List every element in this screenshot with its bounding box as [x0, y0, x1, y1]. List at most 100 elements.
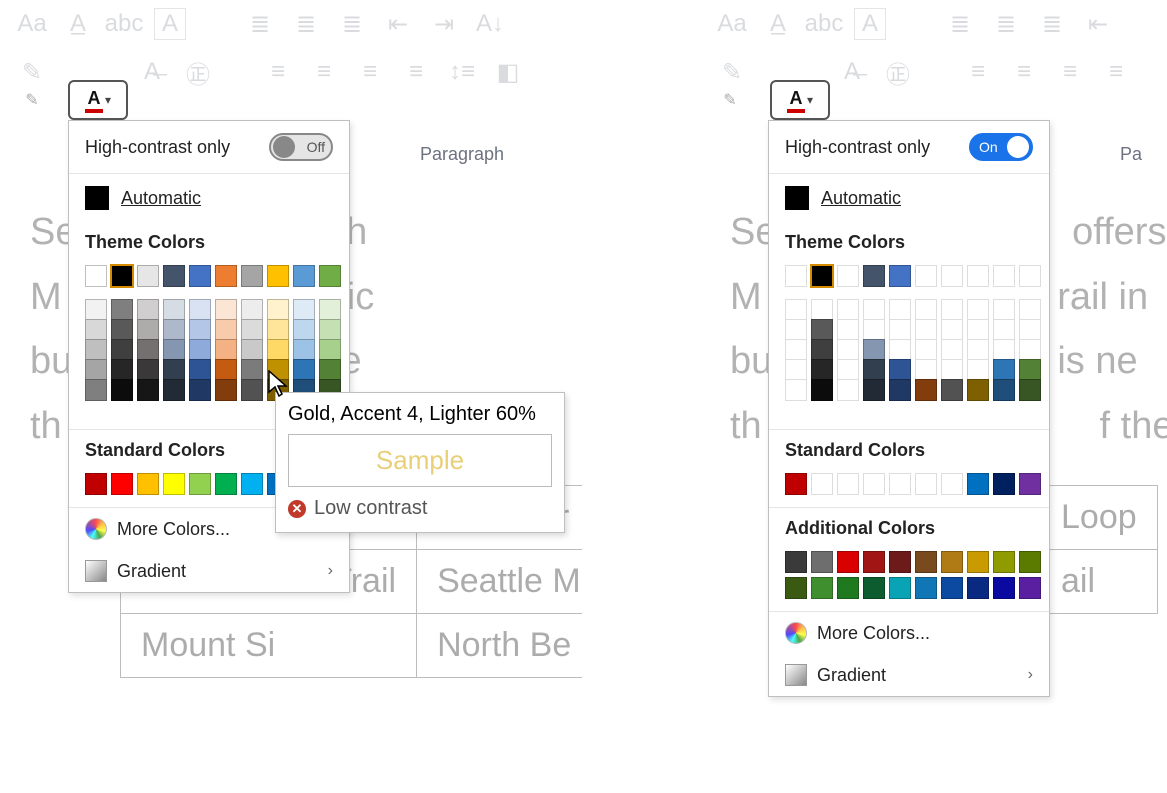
- color-swatch[interactable]: [889, 265, 911, 287]
- color-swatch[interactable]: [811, 577, 833, 599]
- color-swatch[interactable]: [837, 577, 859, 599]
- color-swatch[interactable]: [189, 379, 211, 401]
- font-color-button-right[interactable]: A ▾: [770, 80, 830, 120]
- color-swatch[interactable]: [319, 319, 341, 341]
- color-swatch[interactable]: [967, 265, 989, 287]
- color-swatch[interactable]: [915, 339, 937, 361]
- color-swatch[interactable]: [1019, 577, 1041, 599]
- color-swatch[interactable]: [241, 379, 263, 401]
- color-swatch[interactable]: [111, 265, 133, 287]
- color-swatch[interactable]: [915, 299, 937, 321]
- color-swatch[interactable]: [837, 299, 859, 321]
- gradient-row[interactable]: Gradient ›: [69, 550, 349, 592]
- color-swatch[interactable]: [993, 299, 1015, 321]
- color-swatch[interactable]: [993, 577, 1015, 599]
- color-swatch[interactable]: [811, 379, 833, 401]
- color-swatch[interactable]: [941, 319, 963, 341]
- color-swatch[interactable]: [1019, 551, 1041, 573]
- color-swatch[interactable]: [85, 339, 107, 361]
- color-swatch[interactable]: [941, 577, 963, 599]
- color-swatch[interactable]: [85, 473, 107, 495]
- color-swatch[interactable]: [889, 319, 911, 341]
- color-swatch[interactable]: [941, 379, 963, 401]
- color-swatch[interactable]: [163, 359, 185, 381]
- automatic-row-right[interactable]: Automatic: [769, 173, 1049, 222]
- color-swatch[interactable]: [967, 551, 989, 573]
- color-swatch[interactable]: [1019, 299, 1041, 321]
- color-swatch[interactable]: [189, 473, 211, 495]
- color-swatch[interactable]: [137, 379, 159, 401]
- color-swatch[interactable]: [1019, 339, 1041, 361]
- color-swatch[interactable]: [293, 319, 315, 341]
- color-swatch[interactable]: [941, 551, 963, 573]
- color-swatch[interactable]: [785, 339, 807, 361]
- color-swatch[interactable]: [215, 473, 237, 495]
- color-swatch[interactable]: [189, 339, 211, 361]
- color-swatch[interactable]: [837, 379, 859, 401]
- color-swatch[interactable]: [811, 299, 833, 321]
- color-swatch[interactable]: [837, 551, 859, 573]
- color-swatch[interactable]: [915, 319, 937, 341]
- color-swatch[interactable]: [319, 299, 341, 321]
- color-swatch[interactable]: [811, 265, 833, 287]
- color-swatch[interactable]: [319, 339, 341, 361]
- color-swatch[interactable]: [111, 299, 133, 321]
- color-swatch[interactable]: [811, 319, 833, 341]
- color-swatch[interactable]: [889, 299, 911, 321]
- color-swatch[interactable]: [889, 473, 911, 495]
- color-swatch[interactable]: [863, 577, 885, 599]
- color-swatch[interactable]: [1019, 379, 1041, 401]
- color-swatch[interactable]: [785, 359, 807, 381]
- color-swatch[interactable]: [137, 339, 159, 361]
- color-swatch[interactable]: [189, 265, 211, 287]
- color-swatch[interactable]: [785, 379, 807, 401]
- color-swatch[interactable]: [993, 265, 1015, 287]
- font-color-button-left[interactable]: A ▾: [68, 80, 128, 120]
- color-swatch[interactable]: [137, 319, 159, 341]
- color-swatch[interactable]: [889, 359, 911, 381]
- color-swatch[interactable]: [785, 319, 807, 341]
- color-swatch[interactable]: [111, 339, 133, 361]
- color-swatch[interactable]: [319, 359, 341, 381]
- highlight-button-left[interactable]: ✎: [12, 82, 52, 118]
- color-swatch[interactable]: [293, 265, 315, 287]
- color-swatch[interactable]: [189, 299, 211, 321]
- color-swatch[interactable]: [111, 379, 133, 401]
- color-swatch[interactable]: [915, 359, 937, 381]
- color-swatch[interactable]: [967, 319, 989, 341]
- color-swatch[interactable]: [993, 319, 1015, 341]
- color-swatch[interactable]: [163, 299, 185, 321]
- color-swatch[interactable]: [267, 319, 289, 341]
- color-swatch[interactable]: [163, 319, 185, 341]
- color-swatch[interactable]: [785, 299, 807, 321]
- color-swatch[interactable]: [863, 379, 885, 401]
- high-contrast-toggle-on[interactable]: On: [969, 133, 1033, 161]
- color-swatch[interactable]: [941, 265, 963, 287]
- color-swatch[interactable]: [189, 359, 211, 381]
- color-swatch[interactable]: [863, 299, 885, 321]
- color-swatch[interactable]: [241, 359, 263, 381]
- color-swatch[interactable]: [967, 339, 989, 361]
- color-swatch[interactable]: [85, 319, 107, 341]
- color-swatch[interactable]: [915, 551, 937, 573]
- color-swatch[interactable]: [163, 339, 185, 361]
- color-swatch[interactable]: [785, 577, 807, 599]
- color-swatch[interactable]: [915, 577, 937, 599]
- color-swatch[interactable]: [111, 473, 133, 495]
- color-swatch[interactable]: [889, 339, 911, 361]
- color-swatch[interactable]: [837, 359, 859, 381]
- color-swatch[interactable]: [189, 319, 211, 341]
- color-swatch[interactable]: [215, 339, 237, 361]
- color-swatch[interactable]: [215, 379, 237, 401]
- color-swatch[interactable]: [1019, 473, 1041, 495]
- color-swatch[interactable]: [137, 299, 159, 321]
- color-swatch[interactable]: [811, 339, 833, 361]
- color-swatch[interactable]: [941, 339, 963, 361]
- color-swatch[interactable]: [1019, 359, 1041, 381]
- color-swatch[interactable]: [1019, 265, 1041, 287]
- highlight-button-right[interactable]: ✎: [710, 82, 750, 118]
- color-swatch[interactable]: [967, 379, 989, 401]
- color-swatch[interactable]: [293, 299, 315, 321]
- color-swatch[interactable]: [967, 299, 989, 321]
- color-swatch[interactable]: [915, 473, 937, 495]
